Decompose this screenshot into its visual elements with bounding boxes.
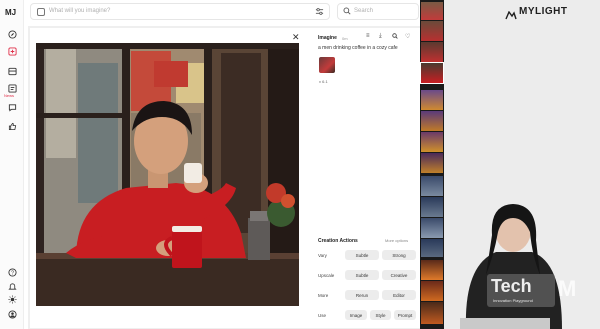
user-icon[interactable] [7, 309, 17, 319]
thumbnail-strip [420, 0, 444, 329]
thumbnail[interactable] [421, 21, 443, 41]
watermark-title: Tech [491, 276, 532, 296]
search-placeholder[interactable]: Search [354, 8, 373, 14]
sun-icon[interactable] [7, 294, 17, 304]
download-icon[interactable]: ⤓ [379, 33, 382, 40]
use-image-button[interactable]: Image [345, 310, 367, 320]
thumbnail[interactable] [421, 2, 443, 20]
thumbnail[interactable] [421, 302, 443, 324]
watermark-tail: M [558, 276, 577, 301]
options-icon[interactable]: ≡ [366, 33, 370, 39]
magnify-icon[interactable] [392, 33, 398, 41]
more-label: More [318, 293, 329, 298]
close-icon[interactable]: ✕ [292, 32, 300, 43]
thumbs-up-icon[interactable] [7, 121, 17, 131]
news-icon[interactable] [7, 83, 17, 93]
thumbnail[interactable] [421, 42, 443, 62]
use-style-button[interactable]: Style [370, 310, 391, 320]
news-label[interactable]: News [4, 93, 14, 98]
vary-strong-button[interactable]: Strong [382, 250, 416, 260]
help-icon[interactable]: ? [7, 267, 17, 277]
create-icon[interactable] [7, 46, 17, 56]
midjourney-logo[interactable]: MJ [5, 8, 16, 17]
use-label: Use [318, 313, 327, 318]
thumbnail[interactable] [421, 111, 443, 131]
reference-thumbnail[interactable] [319, 57, 335, 73]
vary-label: Vary [318, 253, 327, 258]
brand-name: MYLIGHT [519, 6, 568, 17]
section-title: Imagine [318, 35, 337, 41]
thumbnail[interactable] [421, 281, 443, 301]
creation-actions-title: Creation Actions [318, 238, 358, 244]
prompt-placeholder[interactable]: What will you imagine? [49, 8, 110, 14]
watermark: Tech Innovation Playground [487, 274, 555, 307]
heart-icon[interactable]: ♡ [405, 33, 410, 40]
search-bar[interactable]: Search [337, 3, 419, 20]
imagine-prompt-bar[interactable]: What will you imagine? [30, 3, 330, 20]
rerun-button[interactable]: Rerun [345, 290, 379, 300]
thumbnail[interactable] [421, 260, 443, 280]
bell-icon[interactable] [7, 281, 17, 291]
prompt-text: a men drinking coffee in a cozy cafe [318, 45, 398, 51]
thumbnail[interactable] [421, 153, 443, 173]
thumbnail[interactable] [421, 218, 443, 238]
more-options-link[interactable]: More options [385, 238, 408, 243]
version-badge: v 6.1 [319, 79, 328, 84]
svg-text:?: ? [11, 270, 14, 276]
elapsed-time: 0m [342, 36, 348, 41]
upscale-subtle-button[interactable]: Subtle [345, 270, 379, 280]
vary-subtle-button[interactable]: Subtle [345, 250, 379, 260]
sliders-icon[interactable] [315, 7, 324, 18]
thumbnail[interactable] [421, 197, 443, 217]
archive-icon[interactable] [7, 66, 17, 76]
search-icon [343, 7, 351, 17]
upscale-label: Upscale [318, 273, 335, 278]
thumbnail[interactable] [421, 176, 443, 196]
editor-button[interactable]: Editor [382, 290, 416, 300]
left-sidebar: MJ News ? [0, 0, 24, 329]
compass-icon[interactable] [7, 29, 17, 39]
thumbnail[interactable] [421, 132, 443, 152]
image-icon[interactable] [37, 8, 45, 16]
thumbnail-selected[interactable] [420, 62, 444, 84]
thumbnail[interactable] [421, 90, 443, 110]
generated-image[interactable] [36, 43, 299, 306]
chat-icon[interactable] [7, 102, 17, 112]
detail-panel: Imagine 0m ≡ ⤓ ♡ a men drinking coffee i… [312, 30, 418, 326]
brand-logo-icon [505, 7, 517, 25]
upscale-creative-button[interactable]: Creative [382, 270, 416, 280]
use-prompt-button[interactable]: Prompt [394, 310, 416, 320]
thumbnail[interactable] [421, 239, 443, 257]
watermark-subtitle: Innovation Playground [493, 298, 533, 303]
